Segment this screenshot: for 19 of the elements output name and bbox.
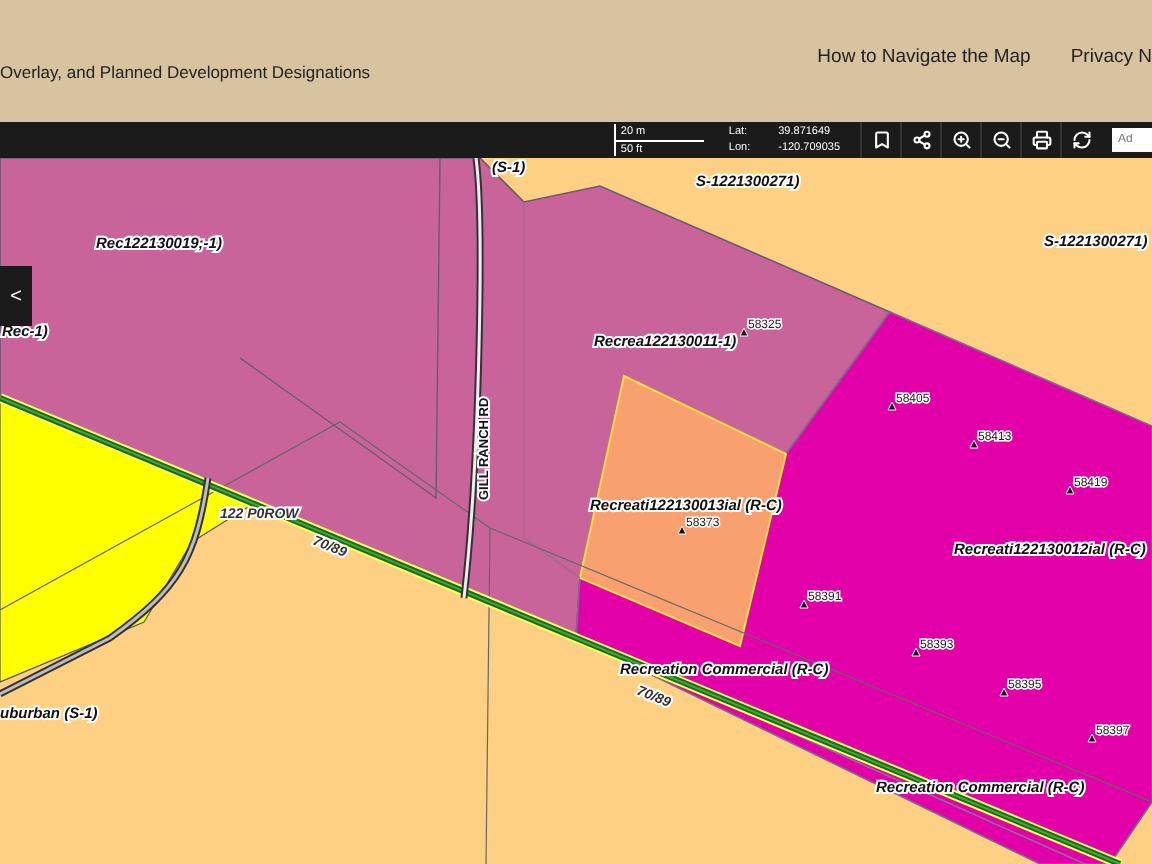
survey-point-icon: [799, 599, 809, 609]
survey-point-icon: [739, 327, 749, 337]
collapse-panel-button[interactable]: <: [0, 266, 32, 326]
survey-point-icon: [969, 439, 979, 449]
page-title: Overlay, and Planned Development Designations: [0, 62, 371, 82]
nav-link[interactable]: Privacy N: [1070, 46, 1152, 68]
print-icon: [1031, 130, 1051, 150]
zoom-out-icon: [991, 130, 1011, 150]
refresh-icon: [1071, 130, 1091, 150]
share-icon: [911, 130, 931, 150]
survey-point-icon: [887, 401, 897, 411]
survey-point-icon: [677, 525, 687, 535]
survey-point-icon: [911, 647, 921, 657]
bookmark-icon: [871, 130, 891, 150]
survey-point-icon: [1065, 485, 1075, 495]
nav-link[interactable]: How to Navigate the Map: [817, 46, 1031, 68]
survey-point-icon: [1087, 733, 1097, 743]
survey-point-icon: [999, 687, 1009, 697]
zoom-in-icon: [951, 130, 971, 150]
